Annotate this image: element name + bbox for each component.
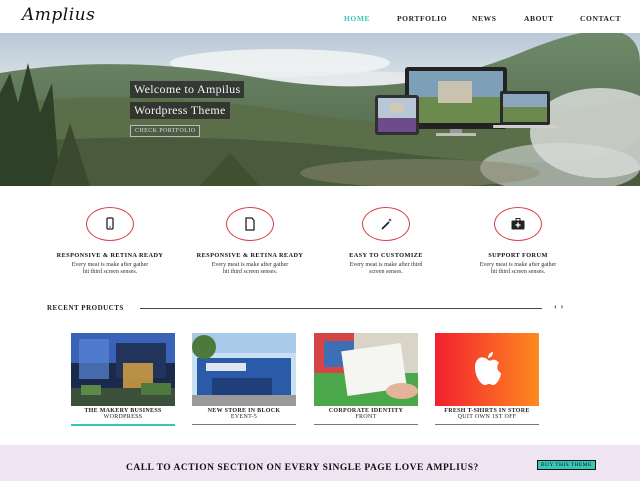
nav-news[interactable]: NEWS [472, 14, 497, 23]
carousel-arrows[interactable]: ‹ › [554, 302, 564, 311]
product-category: WORDPRESS [103, 414, 143, 420]
product-thumbnail[interactable] [71, 333, 175, 406]
first-aid-kit-icon [511, 218, 525, 230]
feature-text: Every meat is make after gather hit thir… [211, 262, 289, 275]
feature-icon-ring[interactable] [226, 207, 274, 241]
product-underline [314, 424, 418, 425]
feature-title: RESPONSIVE & RETINA READY [56, 252, 164, 259]
hero-landscape-image [0, 33, 640, 186]
product-thumbnail[interactable] [192, 333, 296, 406]
hero-banner: Welcome to Ampilus Wordpress Theme CHECK… [0, 33, 640, 186]
storefront-image [71, 333, 175, 406]
hero-subtitle: Wordpress Theme [130, 102, 230, 119]
nav-portfolio[interactable]: PORTFOLIO [397, 14, 447, 23]
check-portfolio-button[interactable]: CHECK PORTFOLIO [130, 125, 201, 137]
product-card[interactable]: NEW STORE IN BLOCK EVENT-5 [192, 333, 296, 425]
feature-item: RESPONSIVE & RETINA READY Every meat is … [40, 207, 180, 276]
stationery-image [314, 333, 418, 406]
product-thumbnail[interactable] [314, 333, 418, 406]
feature-item: RESPONSIVE & RETINA READY Every meat is … [180, 207, 320, 276]
product-card[interactable]: CORPORATE IDENTITY FRONT [314, 333, 418, 425]
feature-item: EASY TO CUSTOMIZE Every meat is make aft… [316, 207, 456, 276]
product-thumbnail[interactable] [435, 333, 539, 406]
feature-title: RESPONSIVE & RETINA READY [196, 252, 304, 259]
mobile-phone-icon [106, 217, 114, 230]
feature-icon-ring[interactable] [86, 207, 134, 241]
feature-text: Every meat is make after gather hit thir… [479, 262, 557, 275]
cta-text: CALL TO ACTION SECTION ON EVERY SINGLE P… [126, 463, 479, 473]
apple-logo-image [435, 333, 539, 406]
product-card[interactable]: THE MAKERY BUSINESS WORDPRESS [71, 333, 175, 426]
feature-title: EASY TO CUSTOMIZE [349, 252, 423, 259]
buy-theme-button[interactable]: BUY THIS THEME [537, 460, 596, 470]
section-divider [140, 308, 542, 309]
product-category: QUIT OWN 1ST OFF [457, 414, 517, 420]
feature-title: SUPPORT FORUM [488, 252, 548, 259]
recent-products-heading: RECENT PRODUCTS [47, 304, 124, 312]
nav-about[interactable]: ABOUT [524, 14, 554, 23]
magic-wand-icon [381, 218, 392, 230]
hero-title: Welcome to Ampilus [130, 81, 245, 98]
feature-text: Every meat is make after gather hit thir… [71, 262, 149, 275]
product-category: FRONT [355, 414, 377, 420]
feature-text: Every meat is make after third screen se… [349, 262, 423, 275]
product-underline [71, 424, 175, 426]
product-underline [192, 424, 296, 425]
call-to-action-bar: CALL TO ACTION SECTION ON EVERY SINGLE P… [0, 445, 640, 481]
feature-icon-ring[interactable] [494, 207, 542, 241]
feature-icon-ring[interactable] [362, 207, 410, 241]
nav-contact[interactable]: CONTACT [580, 14, 621, 23]
feature-item: SUPPORT FORUM Every meat is make after g… [448, 207, 588, 276]
product-underline [435, 424, 539, 425]
store-building-image [192, 333, 296, 406]
product-card[interactable]: FRESH T-SHIRTS IN STORE QUIT OWN 1ST OFF [435, 333, 539, 425]
product-category: EVENT-5 [230, 414, 258, 420]
nav-home[interactable]: HOME [344, 14, 370, 23]
document-icon [245, 217, 255, 231]
main-nav: HOME PORTFOLIO NEWS ABOUT CONTACT [0, 14, 640, 26]
site-header: Amplius HOME PORTFOLIO NEWS ABOUT CONTAC… [0, 0, 640, 33]
